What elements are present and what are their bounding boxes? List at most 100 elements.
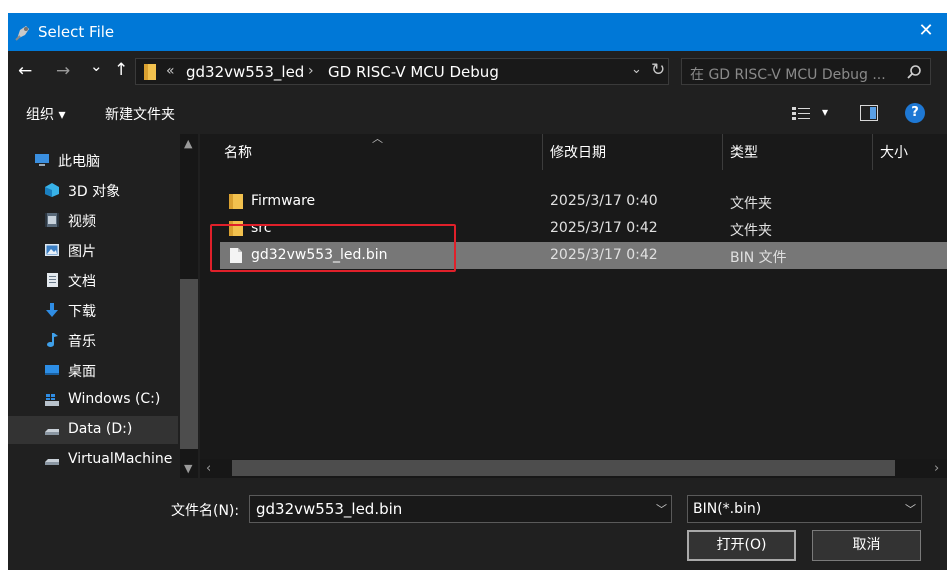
address-bar[interactable]: « gd32vw553_led › GD RISC-V MCU Debug ⌄ … <box>135 58 669 85</box>
desktop-icon <box>45 365 59 375</box>
sidebar-item-label: 桌面 <box>68 364 96 380</box>
filename-input[interactable]: gd32vw553_led.bin ﹀ <box>249 495 672 523</box>
open-button[interactable]: 打开(O) <box>687 530 796 561</box>
sidebar-item-data-d[interactable]: Data (D:) <box>8 416 178 444</box>
breadcrumb-item[interactable]: gd32vw553_led <box>186 63 304 81</box>
drive-icon <box>45 459 59 465</box>
cancel-button[interactable]: 取消 <box>812 530 921 561</box>
navigation-bar: ← → ⌄ ↑ « gd32vw553_led › GD RISC-V MCU … <box>8 51 947 93</box>
back-arrow-icon[interactable]: ← <box>18 61 32 81</box>
music-icon <box>47 333 58 347</box>
sidebar-item-label: 下载 <box>68 304 96 320</box>
sidebar-item-videos[interactable]: 视频 <box>8 206 178 234</box>
sidebar-item-this-pc[interactable]: 此电脑 <box>8 146 178 174</box>
filename-value: gd32vw553_led.bin <box>256 500 403 518</box>
dialog-footer: 文件名(N): gd32vw553_led.bin ﹀ BIN(*.bin) ﹀… <box>8 478 947 570</box>
breadcrumb-prefix: « <box>166 63 175 79</box>
file-modified: 2025/3/17 0:40 <box>550 193 658 209</box>
sidebar-item-music[interactable]: 音乐 <box>8 326 178 354</box>
column-divider[interactable] <box>722 134 723 170</box>
sidebar-item-label: 3D 对象 <box>68 184 121 200</box>
sidebar-item-documents[interactable]: 文档 <box>8 266 178 294</box>
column-header-name[interactable]: 名称 <box>224 142 252 162</box>
file-dialog: Select File ✕ ← → ⌄ ↑ « gd32vw553_led › … <box>8 13 947 570</box>
video-icon <box>45 213 59 227</box>
sidebar-item-label: 音乐 <box>68 334 96 350</box>
search-placeholder: 在 GD RISC-V MCU Debug ... <box>690 67 886 83</box>
scroll-down-icon[interactable]: ▼ <box>184 462 192 475</box>
sort-ascending-icon: ︿ <box>372 134 383 145</box>
file-type: 文件夹 <box>730 223 772 239</box>
close-icon[interactable]: ✕ <box>913 18 939 44</box>
file-type: BIN 文件 <box>730 250 787 266</box>
search-icon[interactable] <box>906 64 922 80</box>
organize-menu-button[interactable]: 组织 ▾ <box>26 104 65 124</box>
sidebar-scrollbar[interactable]: ▲ ▼ <box>180 134 198 478</box>
app-icon <box>15 26 29 41</box>
column-divider[interactable] <box>542 134 543 170</box>
file-list: ︿ 名称 修改日期 类型 大小 Firmware 2025/3/17 0:40 … <box>200 134 947 478</box>
file-row[interactable]: Firmware 2025/3/17 0:40 文件夹 <box>220 188 947 215</box>
column-divider[interactable] <box>872 134 873 170</box>
new-folder-button[interactable]: 新建文件夹 <box>105 104 175 124</box>
downloads-icon <box>46 303 58 317</box>
3d-objects-icon <box>45 183 59 197</box>
chevron-down-icon[interactable]: ﹀ <box>656 501 667 517</box>
file-type-value: BIN(*.bin) <box>693 501 762 517</box>
breadcrumb-item[interactable]: GD RISC-V MCU Debug <box>328 63 499 81</box>
file-type: 文件夹 <box>730 196 772 212</box>
file-name: Firmware <box>251 193 316 209</box>
documents-icon <box>47 273 58 287</box>
sidebar-item-virtualmachine[interactable]: VirtualMachine <box>8 446 178 474</box>
sidebar-item-windows-c[interactable]: Windows (C:) <box>8 386 178 414</box>
sidebar-item-label: 视频 <box>68 214 96 230</box>
sidebar-item-desktop[interactable]: 桌面 <box>8 356 178 384</box>
view-list-icon[interactable] <box>792 106 810 122</box>
up-arrow-icon[interactable]: ↑ <box>114 60 128 80</box>
sidebar-item-downloads[interactable]: 下载 <box>8 296 178 324</box>
sidebar-item-label: Windows (C:) <box>68 391 161 407</box>
filename-label: 文件名(N): <box>171 503 240 519</box>
horizontal-scrollbar[interactable]: ‹ › <box>200 459 947 478</box>
folder-icon <box>144 64 156 80</box>
navigation-pane: 此电脑 3D 对象 视频 图片 文档 下载 音乐 桌面 Windows (C:)… <box>8 134 200 478</box>
folder-icon <box>229 194 243 209</box>
chevron-down-icon[interactable]: ﹀ <box>905 501 916 517</box>
recent-locations-chevron-icon[interactable]: ⌄ <box>90 57 103 75</box>
search-box[interactable]: 在 GD RISC-V MCU Debug ... <box>681 58 931 85</box>
pictures-icon <box>45 244 59 256</box>
scrollbar-thumb[interactable] <box>232 460 895 476</box>
file-modified: 2025/3/17 0:42 <box>550 247 658 263</box>
sidebar-item-label: 文档 <box>68 274 96 290</box>
window-title: Select File <box>38 23 115 41</box>
scroll-up-icon[interactable]: ▲ <box>184 137 192 150</box>
address-dropdown-chevron-icon[interactable]: ⌄ <box>631 62 642 77</box>
windows-drive-icon <box>45 394 59 406</box>
scrollbar-thumb[interactable] <box>180 279 198 449</box>
drive-icon <box>45 429 59 435</box>
preview-pane-icon[interactable] <box>860 105 878 121</box>
sidebar-item-label: VirtualMachine <box>68 451 173 467</box>
refresh-icon[interactable]: ↻ <box>651 60 665 80</box>
pc-icon <box>35 154 49 166</box>
breadcrumb-separator[interactable]: › <box>308 63 314 79</box>
sidebar-item-pictures[interactable]: 图片 <box>8 236 178 264</box>
file-type-select[interactable]: BIN(*.bin) ﹀ <box>687 495 922 523</box>
scroll-left-icon[interactable]: ‹ <box>206 461 211 476</box>
column-header-size[interactable]: 大小 <box>880 142 908 162</box>
column-header-type[interactable]: 类型 <box>730 142 758 162</box>
scroll-right-icon[interactable]: › <box>934 461 939 476</box>
column-header-row: ︿ 名称 修改日期 类型 大小 <box>200 134 947 170</box>
sidebar-item-label: 此电脑 <box>58 154 100 170</box>
sidebar-item-label: Data (D:) <box>68 421 133 437</box>
file-modified: 2025/3/17 0:42 <box>550 220 658 236</box>
forward-arrow-icon[interactable]: → <box>56 61 70 81</box>
sidebar-item-label: 图片 <box>68 244 96 260</box>
sidebar-item-3d-objects[interactable]: 3D 对象 <box>8 176 178 204</box>
help-icon[interactable]: ? <box>905 103 925 123</box>
title-bar: Select File ✕ <box>8 13 947 51</box>
toolbar: 组织 ▾ 新建文件夹 ▾ ? <box>8 93 947 134</box>
view-dropdown-chevron-icon[interactable]: ▾ <box>822 105 828 119</box>
highlight-annotation-box <box>210 224 456 272</box>
column-header-modified[interactable]: 修改日期 <box>550 142 606 162</box>
